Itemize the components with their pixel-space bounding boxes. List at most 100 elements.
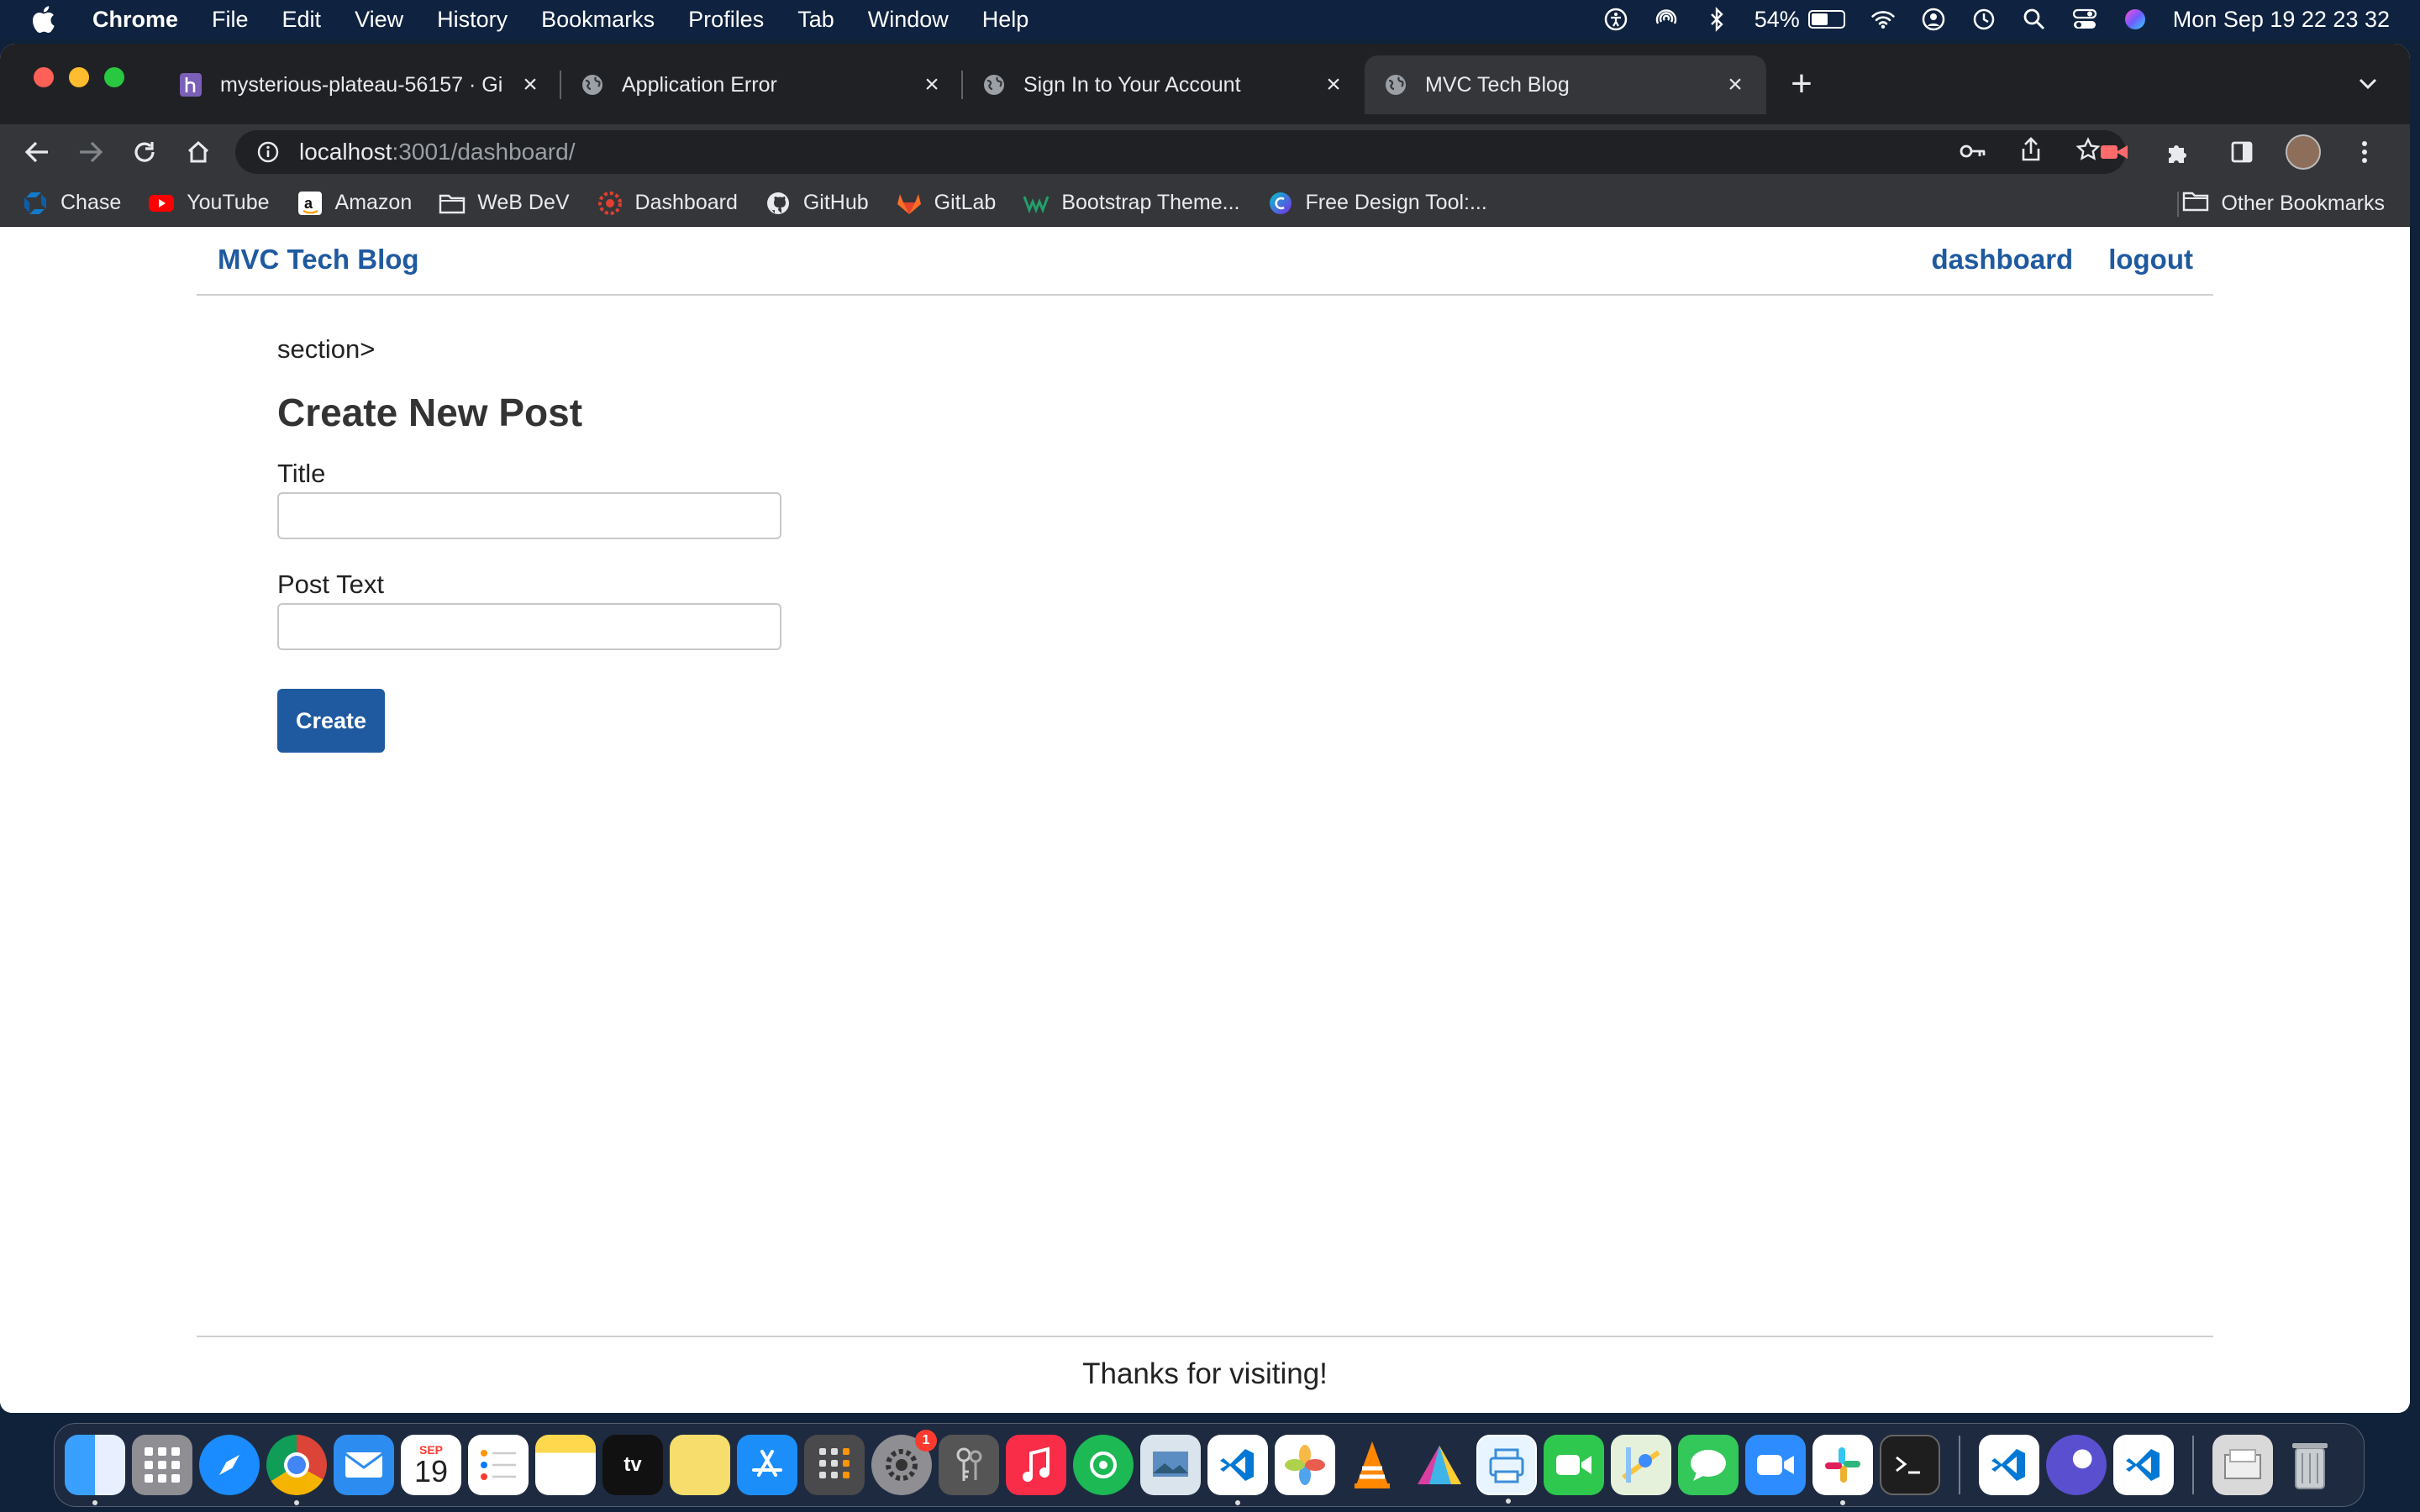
tab-search-chevron-icon[interactable] xyxy=(2351,67,2385,101)
post-text-input[interactable] xyxy=(277,603,781,650)
side-panel-icon[interactable] xyxy=(2222,132,2262,172)
chrome-menu-kebab-icon[interactable] xyxy=(2344,132,2385,172)
apple-logo-icon[interactable] xyxy=(30,5,59,34)
home-icon[interactable] xyxy=(178,132,218,172)
minimize-window-button[interactable] xyxy=(69,67,89,87)
preview-icon[interactable] xyxy=(1140,1435,1201,1495)
bookmark-dashboard[interactable]: Dashboard xyxy=(597,190,738,217)
nav-dashboard-link[interactable]: dashboard xyxy=(1932,244,2074,276)
clock[interactable]: Mon Sep 19 22 23 32 xyxy=(2173,7,2390,33)
heroku-icon xyxy=(178,72,203,97)
time-machine-icon[interactable] xyxy=(1971,7,1996,32)
bookmark-youtube[interactable]: YouTube xyxy=(148,190,270,217)
trash-icon[interactable] xyxy=(2280,1435,2340,1495)
screencastify-extension-icon[interactable] xyxy=(2094,132,2134,172)
bookmark-chase[interactable]: Chase xyxy=(22,190,121,217)
music-icon[interactable] xyxy=(1006,1435,1066,1495)
close-window-button[interactable] xyxy=(34,67,54,87)
close-tab-icon[interactable]: × xyxy=(1321,71,1346,98)
system-preferences-icon[interactable]: 1 xyxy=(871,1430,937,1495)
tab-sign-in[interactable]: Sign In to Your Account × xyxy=(963,55,1365,114)
app-store-icon[interactable] xyxy=(737,1435,797,1495)
bookmark-gitlab[interactable]: GitLab xyxy=(896,190,996,217)
printer-setup-icon[interactable] xyxy=(1476,1435,1537,1504)
back-arrow-icon[interactable] xyxy=(17,132,57,172)
photos-icon[interactable] xyxy=(1275,1435,1335,1495)
bookmark-canva[interactable]: Free Design Tool:... xyxy=(1267,190,1487,217)
accessibility-icon[interactable] xyxy=(1603,7,1628,32)
tab-application-error[interactable]: Application Error × xyxy=(561,55,963,114)
site-info-icon[interactable] xyxy=(255,139,281,165)
airdrop-icon[interactable] xyxy=(1654,7,1679,32)
menu-history[interactable]: History xyxy=(437,7,508,33)
apple-tv-icon[interactable]: tv xyxy=(602,1435,663,1495)
dock-separator xyxy=(2192,1436,2194,1494)
terminal-icon[interactable] xyxy=(1880,1435,1940,1495)
affinity-icon[interactable] xyxy=(1409,1435,1470,1495)
keychain-icon[interactable] xyxy=(939,1435,999,1495)
battery-indicator[interactable]: 54% xyxy=(1754,7,1845,33)
siri-icon[interactable] xyxy=(2123,7,2148,32)
vlc-icon[interactable] xyxy=(1342,1435,1402,1495)
mail-icon[interactable] xyxy=(334,1435,394,1495)
finder-icon[interactable] xyxy=(65,1435,125,1505)
title-input[interactable] xyxy=(277,492,781,539)
bookmark-bootstrap-themes[interactable]: Bootstrap Theme... xyxy=(1023,190,1240,217)
maps-icon[interactable] xyxy=(1611,1435,1671,1495)
vscode-insiders-icon[interactable] xyxy=(2113,1435,2174,1495)
key-icon[interactable] xyxy=(1960,139,1986,165)
user-account-icon[interactable] xyxy=(1921,7,1946,32)
vscode-recent-icon[interactable] xyxy=(1979,1435,2039,1495)
other-bookmarks[interactable]: Other Bookmarks xyxy=(2182,180,2385,227)
messages-icon[interactable] xyxy=(1678,1435,1739,1495)
spotlight-search-icon[interactable] xyxy=(2022,7,2047,32)
reload-icon[interactable] xyxy=(124,132,165,172)
share-icon[interactable] xyxy=(2020,136,2042,168)
facetime-icon[interactable] xyxy=(1544,1435,1604,1495)
new-tab-button[interactable]: + xyxy=(1781,63,1822,104)
vscode-icon[interactable] xyxy=(1207,1435,1268,1505)
safari-icon[interactable] xyxy=(199,1435,260,1495)
control-center-icon[interactable] xyxy=(2072,7,2097,32)
nav-logout-link[interactable]: logout xyxy=(2108,244,2193,276)
menu-bookmarks[interactable]: Bookmarks xyxy=(541,7,655,33)
main-content: section> Create New Post Title Post Text… xyxy=(277,334,781,753)
site-brand-link[interactable]: MVC Tech Blog xyxy=(218,244,419,276)
forward-arrow-icon[interactable] xyxy=(71,132,111,172)
address-bar[interactable]: localhost:3001/dashboard/ xyxy=(235,130,2126,174)
close-tab-icon[interactable]: × xyxy=(919,71,944,98)
calendar-icon[interactable]: SEP 19 xyxy=(401,1435,461,1495)
zoom-window-button[interactable] xyxy=(104,67,124,87)
downloads-stack-icon[interactable] xyxy=(2212,1435,2273,1495)
menu-view[interactable]: View xyxy=(355,7,403,33)
reminders-icon[interactable] xyxy=(468,1435,529,1495)
slack-icon[interactable] xyxy=(1812,1435,1873,1505)
chrome-dock-icon[interactable] xyxy=(266,1435,327,1505)
bookmark-amazon[interactable]: a Amazon xyxy=(297,190,412,217)
launchpad-icon[interactable] xyxy=(132,1435,192,1495)
extensions-puzzle-icon[interactable] xyxy=(2158,132,2198,172)
stickies-icon[interactable] xyxy=(670,1435,730,1495)
menu-edit[interactable]: Edit xyxy=(282,7,322,33)
calculator-icon[interactable] xyxy=(804,1435,865,1495)
bluetooth-icon[interactable] xyxy=(1704,7,1729,32)
zoom-icon[interactable] xyxy=(1745,1435,1806,1495)
tab-mvc-tech-blog[interactable]: MVC Tech Blog × xyxy=(1365,55,1766,114)
create-button[interactable]: Create xyxy=(277,689,385,753)
find-my-icon[interactable] xyxy=(1073,1435,1134,1495)
tab-heroku[interactable]: mysterious-plateau-56157 · Gi × xyxy=(160,55,561,114)
menu-help[interactable]: Help xyxy=(982,7,1029,33)
bookmark-folder-web-dev[interactable]: WeB DeV xyxy=(439,190,570,217)
close-tab-icon[interactable]: × xyxy=(1723,71,1748,98)
profile-avatar[interactable] xyxy=(2286,134,2321,170)
notes-icon[interactable] xyxy=(535,1435,596,1495)
menu-profiles[interactable]: Profiles xyxy=(688,7,764,33)
wifi-icon[interactable] xyxy=(1870,7,1896,32)
menu-file[interactable]: File xyxy=(212,7,249,33)
menu-app-chrome[interactable]: Chrome xyxy=(92,7,178,33)
close-tab-icon[interactable]: × xyxy=(518,71,543,98)
bookmark-github[interactable]: GitHub xyxy=(765,190,869,217)
menu-tab[interactable]: Tab xyxy=(797,7,834,33)
menu-window[interactable]: Window xyxy=(868,7,949,33)
night-owl-icon[interactable] xyxy=(2046,1435,2107,1495)
